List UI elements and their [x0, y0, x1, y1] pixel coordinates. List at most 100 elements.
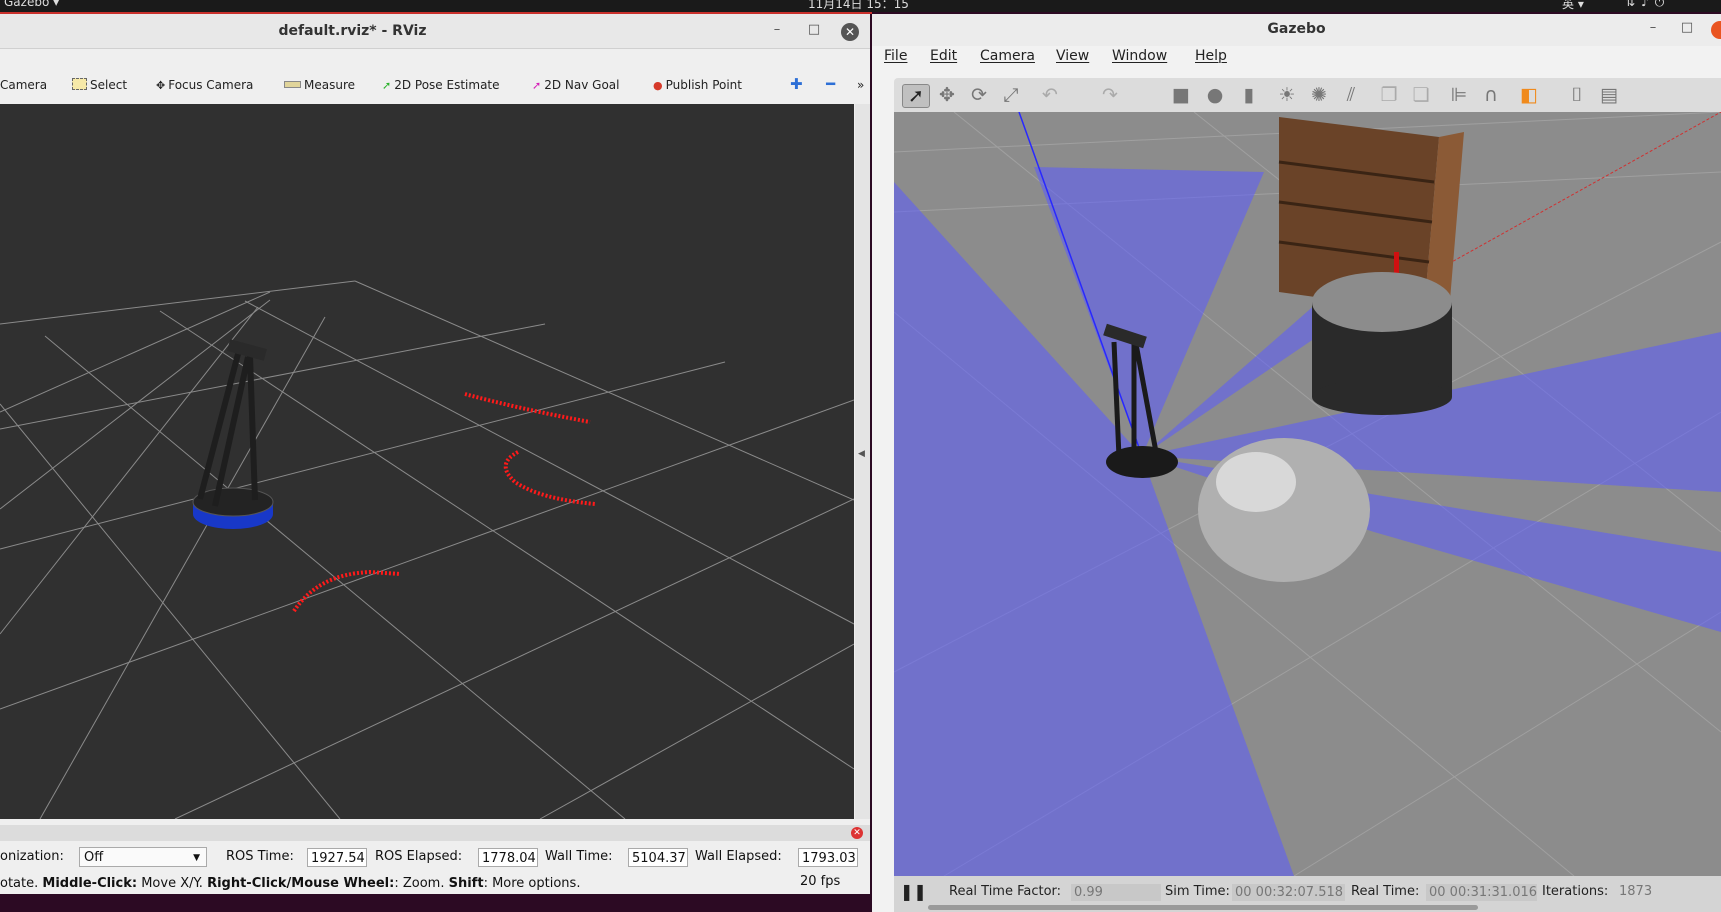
network-icon: ⇅ — [1625, 0, 1642, 9]
system-clock[interactable]: 11月14日 15：15 — [808, 0, 909, 12]
viewport-splitter[interactable]: ◀ — [855, 104, 870, 819]
rotate-mode-icon[interactable]: ⟳ — [966, 84, 992, 106]
ros-elapsed-label: ROS Elapsed: — [375, 849, 463, 864]
change-view-icon[interactable]: ◧ — [1516, 84, 1542, 106]
translate-mode-icon[interactable]: ✥ — [934, 84, 960, 106]
laser-scan-points — [292, 392, 596, 613]
gazebo-window: Gazebo – □ File Edit Camera View Window … — [872, 14, 1721, 912]
tool-focus-camera[interactable]: ✥ Focus Camera — [156, 78, 253, 92]
ros-time-field[interactable]: 1927.54 — [307, 848, 367, 867]
magenta-arrow-icon: ➚ — [532, 79, 542, 92]
ruler-icon — [284, 81, 301, 88]
cylinder-shape-icon[interactable]: ▮ — [1236, 84, 1262, 106]
time-panel: onization: Off ▼ ROS Time: 1927.54 ROS El… — [0, 845, 870, 871]
fps-readout: 20 fps — [800, 874, 841, 889]
status-hint-bar: otate. Middle-Click: Move X/Y. Right-Cli… — [0, 874, 870, 896]
wall-elapsed-label: Wall Elapsed: — [695, 849, 782, 864]
tool-select[interactable]: Select — [72, 78, 127, 92]
volume-icon: ♪ — [1641, 0, 1655, 9]
ros-elapsed-field[interactable]: 1778.04 — [478, 848, 538, 867]
real-time-factor-value: 0.99 — [1071, 884, 1161, 901]
sphere-shape-icon[interactable]: ● — [1202, 84, 1228, 106]
point-light-icon[interactable]: ☀ — [1274, 84, 1300, 106]
power-icon: ⏻ — [1654, 0, 1671, 9]
pause-icon[interactable]: ❚❚ — [900, 882, 927, 901]
copy-icon[interactable]: ❐ — [1376, 84, 1402, 106]
tool-measure[interactable]: Measure — [284, 78, 355, 92]
redo-icon[interactable]: ↷ — [1097, 84, 1123, 106]
minimize-button[interactable]: – — [768, 22, 786, 37]
ground-grid — [0, 280, 855, 820]
sphere-object — [1198, 438, 1370, 582]
system-tray[interactable]: ⇅♪⏻ — [1625, 0, 1670, 10]
iterations-value: 1873 — [1619, 884, 1653, 899]
gazebo-scene-render — [894, 112, 1721, 876]
spot-light-icon[interactable]: ✺ — [1306, 84, 1332, 106]
chevron-down-icon: ▼ — [193, 853, 200, 863]
screenshot-icon[interactable]: ⌷ — [1564, 84, 1590, 106]
sync-mode-select[interactable]: Off ▼ — [79, 847, 207, 867]
align-icon[interactable]: ⊫ — [1446, 84, 1472, 106]
gazebo-window-title: Gazebo — [1267, 21, 1326, 37]
rviz-window: default.rviz* - RViz – □ ✕ Camera Select… — [0, 14, 870, 894]
robot-model — [192, 339, 274, 529]
activities-app-menu[interactable]: Gazebo ▾ — [4, 0, 59, 9]
log-icon[interactable]: ▤ — [1596, 84, 1622, 106]
system-top-bar: Gazebo ▾ 11月14日 15：15 英 ▾ ⇅♪⏻ — [0, 0, 1721, 12]
wall-time-field[interactable]: 5104.37 — [628, 848, 688, 867]
focus-camera-icon: ✥ — [156, 79, 166, 92]
mouse-hint-text: otate. Middle-Click: Move X/Y. Right-Cli… — [0, 876, 581, 891]
close-button[interactable]: ✕ — [841, 23, 859, 41]
tool-2d-pose-estimate[interactable]: ➚ 2D Pose Estimate — [382, 78, 500, 92]
rviz-titlebar[interactable]: default.rviz* - RViz – □ ✕ — [0, 14, 870, 49]
map-pin-icon: ● — [653, 79, 663, 92]
real-time-factor-label: Real Time Factor: — [949, 884, 1062, 899]
gazebo-titlebar[interactable]: Gazebo – □ — [872, 14, 1721, 46]
menu-help[interactable]: Help — [1195, 48, 1227, 64]
remove-tool-icon[interactable]: ━ — [826, 75, 835, 93]
gazebo-minimize-button[interactable]: – — [1644, 20, 1662, 35]
box-shape-icon[interactable]: ■ — [1168, 84, 1194, 106]
scale-mode-icon[interactable]: ⤢ — [998, 84, 1024, 106]
menu-camera[interactable]: Camera — [980, 48, 1035, 64]
real-time-value: 00 00:31:31.016 — [1426, 884, 1537, 901]
wall-time-label: Wall Time: — [545, 849, 613, 864]
green-arrow-icon: ➚ — [382, 79, 392, 92]
sync-mode-label: onization: — [0, 849, 64, 864]
tool-publish-point[interactable]: ● Publish Point — [653, 78, 742, 92]
toolbar-overflow-button[interactable]: » — [857, 78, 864, 92]
rviz-3d-viewport[interactable] — [0, 104, 855, 820]
select-icon — [72, 78, 87, 90]
menu-file[interactable]: File — [884, 48, 907, 64]
rviz-tool-toolbar: Camera Select ✥ Focus Camera Measure ➚ 2D … — [0, 72, 870, 100]
gazebo-toolbar: ➚ ✥ ⟳ ⤢ ↶ ↷ ■ ● ▮ ☀ ✺ ⫽ ❐ ❏ ⊫ ∩ ◧ ⌷ ▤ — [894, 78, 1721, 112]
maximize-button[interactable]: □ — [805, 22, 823, 37]
menu-window[interactable]: Window — [1112, 48, 1167, 64]
menu-edit[interactable]: Edit — [930, 48, 957, 64]
tool-move-camera[interactable]: Camera — [0, 78, 47, 92]
select-mode-icon[interactable]: ➚ — [902, 84, 930, 108]
gazebo-3d-scene[interactable] — [894, 112, 1721, 876]
collapse-arrow-icon: ◀ — [858, 449, 865, 459]
cylinder-object — [1312, 272, 1452, 415]
close-time-panel-icon[interactable]: ✕ — [851, 827, 863, 839]
iterations-label: Iterations: — [1542, 884, 1609, 899]
sim-time-label: Sim Time: — [1165, 884, 1230, 899]
paste-icon[interactable]: ❏ — [1408, 84, 1434, 106]
rviz-scene — [0, 280, 855, 820]
snap-icon[interactable]: ∩ — [1478, 84, 1504, 106]
add-tool-icon[interactable]: ✚ — [790, 75, 803, 93]
sim-time-value: 00 00:32:07.518 — [1232, 884, 1345, 901]
time-panel-header: ✕ — [0, 825, 870, 841]
gazebo-maximize-button[interactable]: □ — [1678, 20, 1696, 35]
tool-2d-nav-goal[interactable]: ➚ 2D Nav Goal — [532, 78, 619, 92]
horizontal-scrollbar[interactable] — [928, 905, 1478, 910]
ros-time-label: ROS Time: — [226, 849, 294, 864]
undo-icon[interactable]: ↶ — [1037, 84, 1063, 106]
wall-elapsed-field[interactable]: 1793.03 — [798, 848, 858, 867]
input-method-indicator[interactable]: 英 ▾ — [1562, 0, 1584, 12]
real-time-label: Real Time: — [1351, 884, 1420, 899]
menu-view[interactable]: View — [1056, 48, 1089, 64]
directional-light-icon[interactable]: ⫽ — [1338, 84, 1364, 106]
rviz-window-title: default.rviz* - RViz — [278, 23, 427, 39]
